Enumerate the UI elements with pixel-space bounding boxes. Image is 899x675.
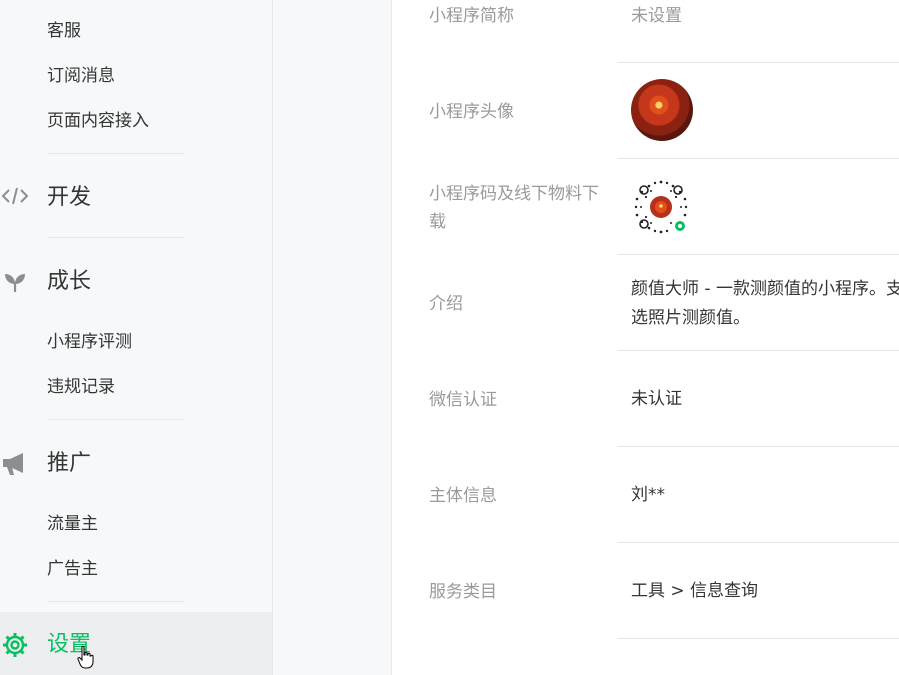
mini-program-avatar xyxy=(631,79,693,141)
sidebar-divider xyxy=(47,153,185,154)
sidebar-item-page-content-access[interactable]: 页面内容接入 xyxy=(47,109,149,133)
value-entity-info: 刘** xyxy=(631,485,665,505)
sidebar-item-traffic-owner[interactable]: 流量主 xyxy=(47,512,98,536)
value-service-category: 工具 > 信息查询 xyxy=(631,581,759,601)
sidebar-divider xyxy=(47,419,185,420)
label-short-name: 小程序简称 xyxy=(429,6,514,26)
row-divider xyxy=(618,638,899,639)
label-avatar: 小程序头像 xyxy=(429,102,514,122)
sidebar-item-violation-records[interactable]: 违规记录 xyxy=(47,375,115,399)
sprout-icon xyxy=(0,267,30,297)
value-intro-line2: 选照片测颜值。 xyxy=(631,308,750,328)
row-divider xyxy=(618,62,899,63)
value-intro-line1: 颜值大师 - 一款测颜值的小程序。支 xyxy=(631,279,899,299)
label-wechat-verification: 微信认证 xyxy=(429,390,497,410)
code-icon xyxy=(0,181,30,211)
sidebar-item-customer-service[interactable]: 客服 xyxy=(47,19,81,43)
sidebar-divider xyxy=(47,601,185,602)
gear-icon xyxy=(0,630,30,660)
row-divider xyxy=(618,446,899,447)
row-divider xyxy=(618,350,899,351)
sidebar-divider xyxy=(47,237,185,238)
sidebar-section-promotion[interactable]: 推广 xyxy=(47,449,91,479)
sidebar-item-mini-program-review[interactable]: 小程序评测 xyxy=(47,330,132,354)
label-service-category: 服务类目 xyxy=(429,582,497,602)
sidebar-section-growth[interactable]: 成长 xyxy=(47,267,91,297)
sidebar-item-subscription-messages[interactable]: 订阅消息 xyxy=(47,64,115,88)
megaphone-icon xyxy=(0,449,30,479)
hand-cursor-icon xyxy=(77,645,95,669)
sidebar-section-develop[interactable]: 开发 xyxy=(47,183,91,213)
value-short-name: 未设置 xyxy=(631,6,682,26)
value-wechat-verification: 未认证 xyxy=(631,389,682,409)
secondary-panel xyxy=(273,0,392,675)
label-qrcode-download: 小程序码及线下物料下载 xyxy=(429,184,599,232)
sidebar: 客服 订阅消息 页面内容接入 开发 成长 小程序评测 违规记录 推广 流量主 广… xyxy=(0,0,273,675)
sidebar-item-advertiser[interactable]: 广告主 xyxy=(47,557,98,581)
row-divider xyxy=(618,158,899,159)
row-divider xyxy=(618,542,899,543)
row-divider xyxy=(618,254,899,255)
mini-program-code-icon[interactable] xyxy=(631,177,691,237)
label-entity-info: 主体信息 xyxy=(429,486,497,506)
sidebar-active-highlight xyxy=(0,612,272,675)
label-intro: 介绍 xyxy=(429,294,463,314)
